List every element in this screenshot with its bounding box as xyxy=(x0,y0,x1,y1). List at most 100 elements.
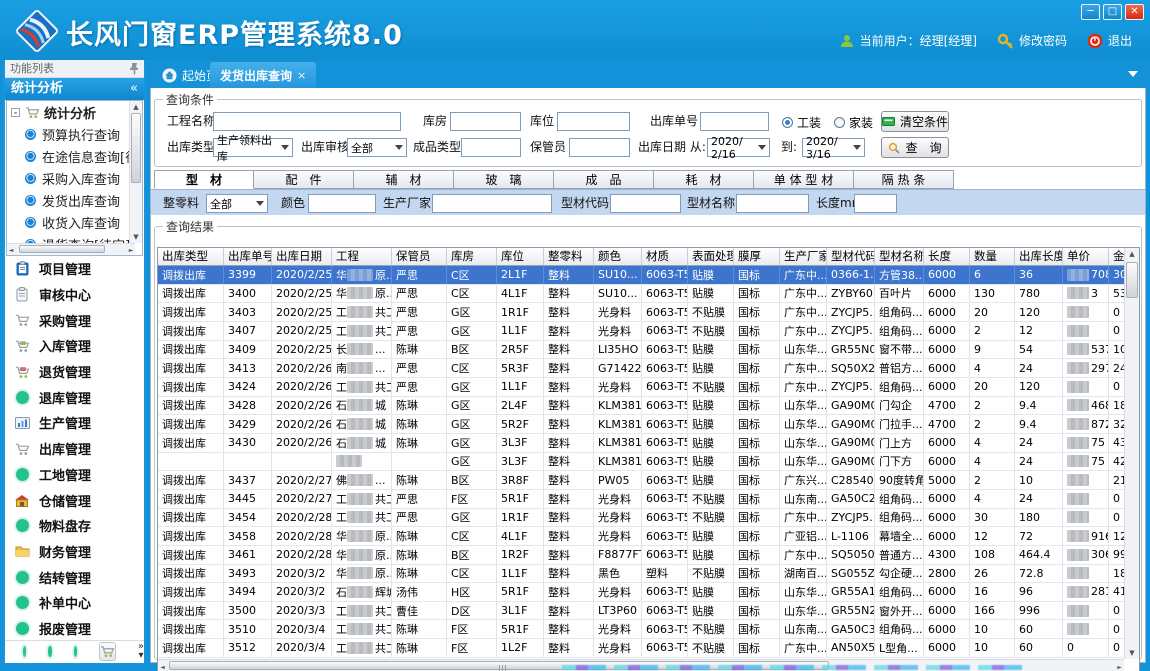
pin-icon[interactable] xyxy=(129,62,140,75)
sidebar-item-11[interactable]: 财务管理 xyxy=(5,539,144,565)
column-header[interactable]: 单价 xyxy=(1063,248,1109,265)
maximize-button[interactable]: □ xyxy=(1103,4,1122,20)
table-row[interactable]: 调拨出库34942020/3/2石辉城汤伟H区5R1F整料光身料6063-T5贴… xyxy=(158,583,1139,602)
sidebar-item-3[interactable]: 入库管理 xyxy=(5,333,144,359)
out-type-select[interactable]: 生产领料出库 xyxy=(213,138,293,157)
material-tab-1[interactable]: 配 件 xyxy=(254,170,354,189)
material-tab-2[interactable]: 辅 材 xyxy=(354,170,454,189)
table-row[interactable]: 调拨出库34932020/3/2华原...陈琳C区1L1F整料黑色塑料不贴膜国标… xyxy=(158,565,1139,584)
date-from-select[interactable]: 2020/ 2/16 xyxy=(707,138,770,157)
quick-dot-icon[interactable] xyxy=(74,646,77,657)
collapse-icon[interactable]: « xyxy=(130,78,138,100)
table-row[interactable]: 调拨出库34372020/2/27佛...陈琳B区3R8F整料PW056063-… xyxy=(158,471,1139,490)
table-row[interactable]: G区3L3F整料KLM38176063-T5贴膜国标山东华...GA90M09.… xyxy=(158,453,1139,472)
table-row[interactable]: 调拨出库34132020/2/26南...严思C区5R3F整料G71422606… xyxy=(158,359,1139,378)
close-button[interactable]: ✕ xyxy=(1125,4,1144,20)
table-row[interactable]: 调拨出库34282020/2/26石城陈琳G区2L4F整料KLM38176063… xyxy=(158,397,1139,416)
tree-root-statistics[interactable]: - 统计分析 xyxy=(7,101,142,123)
more-tools-button[interactable]: »▾ xyxy=(138,642,144,660)
column-header[interactable]: 保管员 xyxy=(392,248,447,265)
scroll-up-icon[interactable]: ▲ xyxy=(130,102,142,112)
change-password-button[interactable]: 修改密码 xyxy=(997,32,1067,49)
scroll-down-icon[interactable]: ▼ xyxy=(1126,648,1138,658)
material-tab-4[interactable]: 成 品 xyxy=(554,170,654,189)
tree-item-0[interactable]: 预算执行查询 xyxy=(7,123,142,145)
column-header[interactable]: 长度 xyxy=(924,248,970,265)
whole-part-select[interactable]: 全部 xyxy=(206,194,268,213)
column-header[interactable]: 整零料 xyxy=(544,248,594,265)
project-name-input[interactable] xyxy=(213,112,401,131)
sidebar-item-12[interactable]: 结转管理 xyxy=(5,564,144,590)
table-row[interactable]: 调拨出库34452020/2/27工共工程严思F区5R1F整料光身料6063-T… xyxy=(158,490,1139,509)
grid-vertical-scrollbar[interactable]: ▲ ▼ xyxy=(1124,248,1139,659)
column-header[interactable]: 工程 xyxy=(332,248,392,265)
column-header[interactable]: 库位 xyxy=(497,248,544,265)
tab-close-icon[interactable]: × xyxy=(297,69,306,82)
column-header[interactable]: 出库日期 xyxy=(272,248,332,265)
sidebar-item-4[interactable]: 退货管理 xyxy=(5,359,144,385)
material-tab-7[interactable]: 隔 热 条 xyxy=(854,170,954,189)
tree-item-3[interactable]: 发货出库查询 xyxy=(7,189,142,211)
order-no-input[interactable] xyxy=(700,112,769,131)
table-row[interactable]: 调拨出库34542020/2/28工共工程严思G区1R1F整料光身料6063-T… xyxy=(158,509,1139,528)
column-header[interactable]: 膜厚 xyxy=(734,248,780,265)
table-row[interactable]: 调拨出库35002020/3/3工共工程曹佳D区3L1F整料LT3P606063… xyxy=(158,602,1139,621)
minimize-button[interactable]: ─ xyxy=(1081,4,1100,20)
manufacturer-input[interactable] xyxy=(432,194,552,213)
scroll-up-icon[interactable]: ▲ xyxy=(1126,249,1138,259)
logout-button[interactable]: 退出 xyxy=(1087,32,1132,49)
sidebar-item-5[interactable]: 退库管理 xyxy=(5,384,144,410)
tree-expander-icon[interactable]: - xyxy=(11,108,20,117)
tree-item-2[interactable]: 采购入库查询 xyxy=(7,167,142,189)
cart-tool-button[interactable] xyxy=(99,642,116,661)
material-tab-0[interactable]: 型 材 xyxy=(154,170,254,189)
tree-horizontal-scrollbar[interactable]: ◄ ► xyxy=(7,243,135,255)
table-row[interactable]: 调拨出库34092020/2/25长...陈琳B区2R5F整料LI35HO606… xyxy=(158,341,1139,360)
column-header[interactable]: 型材代码 xyxy=(827,248,875,265)
location-input[interactable] xyxy=(557,112,630,131)
column-header[interactable]: 出库单号 xyxy=(224,248,272,265)
material-tab-3[interactable]: 玻 璃 xyxy=(454,170,554,189)
tab-shipping-outbound-query[interactable]: 发货出库查询 × xyxy=(210,62,316,88)
scroll-left-icon[interactable]: ◄ xyxy=(158,663,167,671)
product-type-input[interactable] xyxy=(461,138,521,157)
column-header[interactable]: 出库类型 xyxy=(158,248,224,265)
color-input[interactable] xyxy=(308,194,376,213)
table-row[interactable]: 调拨出库34072020/2/25工共工程严思G区1L1F整料光身料6063-T… xyxy=(158,322,1139,341)
radio-jiazhuang[interactable]: 家装 xyxy=(834,114,873,131)
quick-dot-icon[interactable] xyxy=(48,646,51,657)
quick-dot-icon[interactable] xyxy=(23,646,26,657)
sidebar-item-6[interactable]: 生产管理 xyxy=(5,410,144,436)
material-tab-5[interactable]: 耗 材 xyxy=(654,170,754,189)
sidebar-item-2[interactable]: 采购管理 xyxy=(5,307,144,333)
sidebar-item-13[interactable]: 补单中心 xyxy=(5,590,144,616)
column-header[interactable]: 生产厂家 xyxy=(780,248,827,265)
table-row[interactable]: 调拨出库34292020/2/26石城陈琳G区5R2F整料KLM38176063… xyxy=(158,415,1139,434)
tab-overflow-icon[interactable] xyxy=(1128,71,1138,82)
table-row[interactable]: 调拨出库34612020/2/28华原...陈琳B区1R2F整料F8877FT6… xyxy=(158,546,1139,565)
profile-name-input[interactable] xyxy=(736,194,809,213)
column-header[interactable]: 表面处理 xyxy=(688,248,734,265)
sidebar-item-14[interactable]: 报废管理 xyxy=(5,616,144,642)
table-row[interactable]: 调拨出库33992020/2/25华原...严思C区2L1F整料SU10...6… xyxy=(158,266,1139,285)
table-row[interactable]: 调拨出库34302020/2/26石城陈琳G区3L3F整料KLM38176063… xyxy=(158,434,1139,453)
audit-select[interactable]: 全部 xyxy=(347,138,407,157)
column-header[interactable]: 出库长度 xyxy=(1015,248,1063,265)
scroll-right-icon[interactable]: ► xyxy=(127,246,135,256)
table-row[interactable]: 调拨出库35102020/3/4工共工程陈琳F区5R1F整料光身料6063-T5… xyxy=(158,620,1139,639)
sidebar-item-10[interactable]: 物料盘存 xyxy=(5,513,144,539)
table-row[interactable]: 调拨出库34032020/2/25工共工程严思G区1R1F整料光身料6063-T… xyxy=(158,303,1139,322)
clear-conditions-button[interactable]: 清空条件 xyxy=(881,111,949,132)
date-to-select[interactable]: 2020/ 3/16 xyxy=(802,138,865,157)
sidebar-item-0[interactable]: 项目管理 xyxy=(5,256,144,282)
table-row[interactable]: 调拨出库35122020/3/4工共工程陈琳F区1L2F整料光身料6063-T5… xyxy=(158,639,1139,658)
length-mm-input[interactable] xyxy=(854,194,897,213)
column-header[interactable]: 库房 xyxy=(447,248,497,265)
scroll-down-icon[interactable]: ▼ xyxy=(130,232,142,242)
sidebar-item-9[interactable]: 仓储管理 xyxy=(5,487,144,513)
sidebar-item-8[interactable]: 工地管理 xyxy=(5,462,144,488)
keeper-input[interactable] xyxy=(569,138,630,157)
column-header[interactable]: 型材名称 xyxy=(875,248,924,265)
search-button[interactable]: 查 询 xyxy=(881,137,949,158)
radio-gongzhuang[interactable]: 工装 xyxy=(782,114,821,131)
